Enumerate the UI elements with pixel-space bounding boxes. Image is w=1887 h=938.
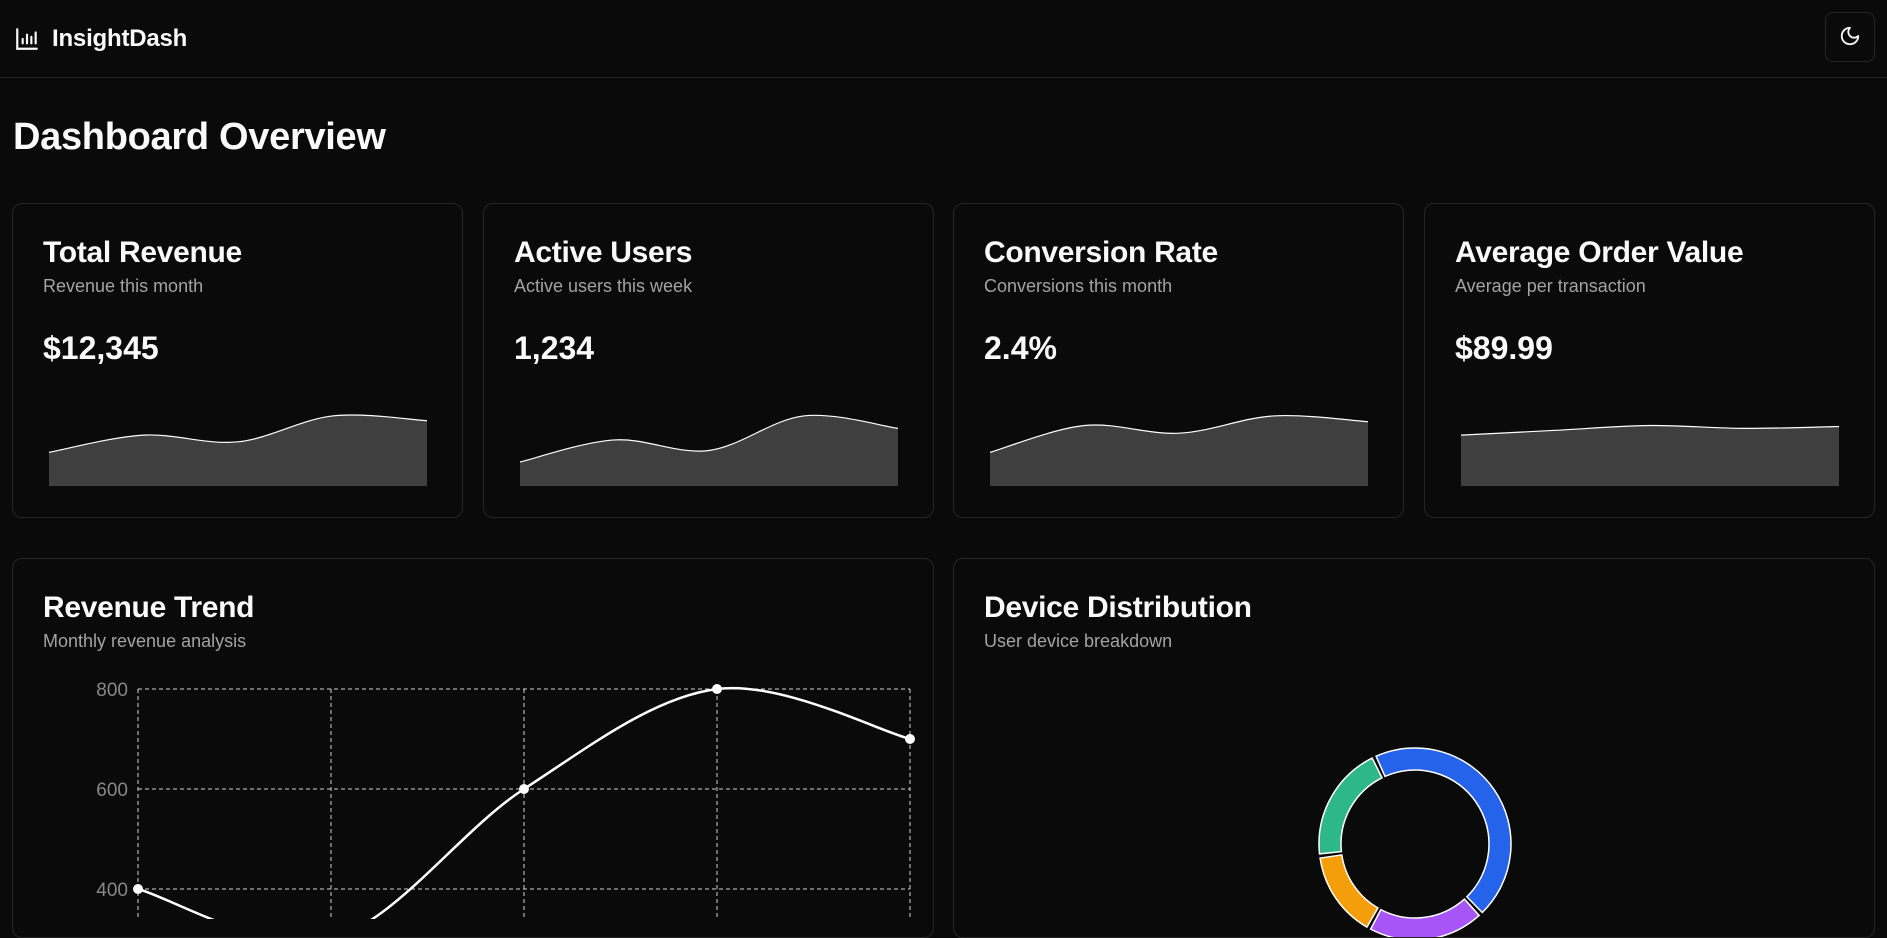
kpi-title: Average Order Value <box>1455 236 1744 269</box>
kpi-value: $89.99 <box>1455 330 1553 366</box>
kpi-title: Total Revenue <box>43 236 242 269</box>
kpi-subtitle: Active users this week <box>514 276 693 296</box>
device-donut-chart <box>1318 747 1512 937</box>
y-tick-label: 400 <box>96 880 128 901</box>
kpi-sparkline <box>520 414 898 486</box>
kpi-subtitle: Average per transaction <box>1455 276 1646 296</box>
donut-segment <box>1369 898 1481 937</box>
data-point <box>905 734 915 744</box>
kpi-subtitle: Conversions this month <box>984 276 1173 296</box>
data-point <box>712 684 722 694</box>
sparkline-area <box>1461 425 1839 486</box>
chart-title: Device Distribution <box>984 591 1252 624</box>
donut-segment <box>1318 757 1383 855</box>
kpi-sparkline <box>1461 424 1839 486</box>
page-title: Dashboard Overview <box>13 116 386 158</box>
kpi-value: 1,234 <box>514 330 595 366</box>
revenue-trend-card: Revenue Trend Monthly revenue analysis 4… <box>12 558 934 938</box>
data-point <box>133 884 143 894</box>
y-tick-label: 800 <box>96 680 128 701</box>
chart-subtitle: Monthly revenue analysis <box>43 631 247 651</box>
kpi-sparkline <box>49 414 427 486</box>
kpi-card-conversion-rate: Conversion Rate Conversions this month 2… <box>953 203 1404 518</box>
revenue-line-chart: 400 600 800 <box>96 680 915 919</box>
kpi-card-average-order-value: Average Order Value Average per transact… <box>1424 203 1875 518</box>
data-point <box>519 784 529 794</box>
moon-icon <box>1839 25 1861 50</box>
kpi-value: 2.4% <box>984 330 1057 366</box>
device-distribution-card: Device Distribution User device breakdow… <box>953 558 1875 938</box>
y-tick-label: 600 <box>96 780 128 801</box>
brand[interactable]: InsightDash <box>14 25 187 53</box>
donut-segment <box>1319 854 1379 929</box>
kpi-card-active-users: Active Users Active users this week 1,23… <box>483 203 934 518</box>
chart-subtitle: User device breakdown <box>984 631 1173 651</box>
bar-chart-icon <box>14 26 40 52</box>
sparkline-area <box>990 415 1368 486</box>
donut-segment <box>1375 747 1512 914</box>
kpi-sparkline <box>990 414 1368 486</box>
kpi-title: Active Users <box>514 236 693 269</box>
sparkline-area <box>49 414 427 486</box>
kpi-card-total-revenue: Total Revenue Revenue this month $12,345 <box>12 203 463 518</box>
kpi-value: $12,345 <box>43 330 159 366</box>
kpi-title: Conversion Rate <box>984 236 1218 269</box>
top-navigation-bar: InsightDash <box>0 0 1887 78</box>
theme-toggle-button[interactable] <box>1825 12 1875 62</box>
chart-title: Revenue Trend <box>43 591 255 624</box>
app-name: InsightDash <box>52 24 188 52</box>
kpi-subtitle: Revenue this month <box>43 276 204 296</box>
